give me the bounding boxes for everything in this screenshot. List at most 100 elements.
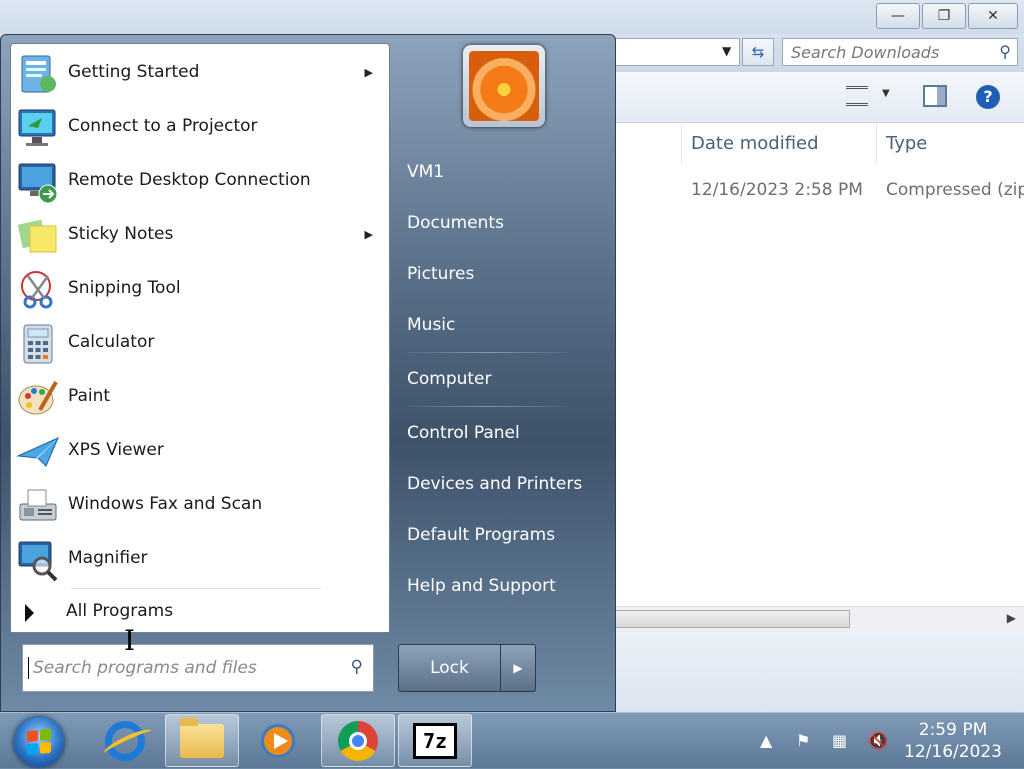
search-downloads-placeholder: Search Downloads <box>791 43 940 62</box>
program-magnifier[interactable]: Magnifier <box>11 532 389 586</box>
search-placeholder: Search programs and files <box>33 658 257 678</box>
help-icon[interactable]: ? <box>976 85 1000 109</box>
link-help-support[interactable]: Help and Support <box>407 576 556 596</box>
program-label: Windows Fax and Scan <box>68 494 263 514</box>
action-center-flag-icon[interactable]: ⚑ <box>796 731 810 750</box>
taskbar-chrome[interactable] <box>321 714 395 767</box>
start-button[interactable] <box>14 717 64 767</box>
start-menu: Getting Started ▶ Connect to a Projector… <box>0 34 616 712</box>
column-separator <box>681 124 682 164</box>
close-button[interactable]: ✕ <box>968 3 1018 29</box>
submenu-arrow-icon[interactable]: ▶ <box>365 66 373 79</box>
getting-started-icon <box>21 55 56 93</box>
fax-scan-icon <box>19 489 57 521</box>
preview-pane-icon[interactable] <box>923 85 947 107</box>
view-dropdown-icon[interactable]: ▼ <box>882 88 890 99</box>
lock-button[interactable]: Lock <box>398 644 501 692</box>
program-label: XPS Viewer <box>68 440 164 460</box>
restore-button[interactable]: ❐ <box>922 3 966 29</box>
search-icon: ⚲ <box>999 42 1011 61</box>
link-control-panel[interactable]: Control Panel <box>407 423 520 443</box>
windows-explorer-icon <box>180 717 224 758</box>
address-field[interactable] <box>600 38 740 66</box>
remote-desktop-icon <box>18 163 58 204</box>
user-avatar[interactable] <box>463 45 545 127</box>
view-options-icon[interactable] <box>846 86 868 106</box>
expand-arrow-icon <box>25 604 34 622</box>
magnifier-icon <box>18 541 58 582</box>
program-getting-started[interactable]: Getting Started ▶ <box>11 46 389 100</box>
program-connect-to-projector[interactable]: Connect to a Projector <box>11 100 389 154</box>
program-calculator[interactable]: Calculator <box>11 316 389 370</box>
internet-explorer-icon <box>105 720 145 761</box>
windows-logo-icon <box>27 728 51 756</box>
program-snipping-tool[interactable]: Snipping Tool <box>11 262 389 316</box>
program-label: Magnifier <box>68 548 148 568</box>
link-computer[interactable]: Computer <box>407 369 492 389</box>
divider <box>407 352 567 353</box>
clock-time: 2:59 PM <box>918 720 988 740</box>
snipping-tool-icon <box>21 271 53 309</box>
volume-muted-icon[interactable]: 🔇 <box>868 731 888 750</box>
program-label: Snipping Tool <box>68 278 181 298</box>
link-documents[interactable]: Documents <box>407 213 504 233</box>
7zip-icon: 7z <box>413 722 457 759</box>
paint-icon <box>18 381 58 415</box>
link-default-programs[interactable]: Default Programs <box>407 525 555 545</box>
program-remote-desktop[interactable]: Remote Desktop Connection <box>11 154 389 208</box>
divider <box>71 588 321 589</box>
link-user-folder[interactable]: VM1 <box>407 162 444 182</box>
calculator-icon <box>23 324 53 364</box>
taskbar-windows-explorer[interactable] <box>165 714 239 767</box>
search-icon: ⚲ <box>350 657 363 677</box>
column-separator <box>876 124 877 164</box>
divider <box>407 406 567 407</box>
link-pictures[interactable]: Pictures <box>407 264 474 284</box>
scrollbar-thumb[interactable] <box>600 610 850 628</box>
text-caret <box>28 657 29 679</box>
clock[interactable]: 2:59 PM 12/16/2023 <box>904 719 1002 763</box>
search-programs-input[interactable]: Search programs and files ⚲ <box>22 644 374 692</box>
search-downloads-input[interactable]: Search Downloads ⚲ <box>782 38 1018 66</box>
title-bar: — ❐ ✕ <box>0 0 1024 34</box>
chrome-icon <box>338 720 378 761</box>
program-label: Sticky Notes <box>68 224 174 244</box>
program-label: Connect to a Projector <box>68 116 258 136</box>
file-date-modified[interactable]: 12/16/2023 2:58 PM <box>691 180 863 200</box>
projector-icon <box>18 109 56 146</box>
address-dropdown-icon[interactable]: ▼ <box>722 44 731 58</box>
all-programs-button[interactable]: All Programs <box>11 592 389 632</box>
mouse-cursor-ibeam-icon: I <box>124 624 136 657</box>
program-paint[interactable]: Paint <box>11 370 389 424</box>
taskbar-internet-explorer[interactable] <box>88 714 162 767</box>
submenu-arrow-icon[interactable]: ▶ <box>365 228 373 241</box>
network-icon[interactable]: ▦ <box>832 731 847 750</box>
details-pane <box>600 632 1024 712</box>
taskbar-7zip[interactable]: 7z <box>398 714 472 767</box>
program-windows-fax-scan[interactable]: Windows Fax and Scan <box>11 478 389 532</box>
column-header-date-modified[interactable]: Date modified <box>691 124 819 164</box>
taskbar-media-player[interactable] <box>241 714 315 767</box>
column-header-type[interactable]: Type <box>886 124 927 164</box>
flower-picture-icon <box>469 51 539 121</box>
all-programs-label: All Programs <box>66 601 174 621</box>
sticky-notes-icon <box>17 219 57 253</box>
program-sticky-notes[interactable]: Sticky Notes ▶ <box>11 208 389 262</box>
programs-list: Getting Started ▶ Connect to a Projector… <box>10 43 390 633</box>
file-type[interactable]: Compressed (zipp <box>886 180 1024 200</box>
link-devices-printers[interactable]: Devices and Printers <box>407 474 582 494</box>
scroll-right-icon[interactable]: ▶ <box>1007 611 1016 625</box>
program-label: Calculator <box>68 332 155 352</box>
horizontal-scrollbar[interactable]: ▶ <box>600 606 1024 633</box>
shutdown-options-arrow-icon[interactable]: ▶ <box>501 644 536 692</box>
link-music[interactable]: Music <box>407 315 455 335</box>
minimize-button[interactable]: — <box>876 3 920 29</box>
xps-viewer-icon <box>16 437 59 467</box>
taskbar: 7z ▲ ⚑ ▦ 🔇 2:59 PM 12/16/2023 <box>0 712 1024 768</box>
program-label: Getting Started <box>68 62 200 82</box>
program-label: Remote Desktop Connection <box>68 170 311 190</box>
refresh-icon[interactable]: ⇆ <box>742 38 774 66</box>
program-label: Paint <box>68 386 111 406</box>
program-xps-viewer[interactable]: XPS Viewer <box>11 424 389 478</box>
show-hidden-icons-icon[interactable]: ▲ <box>760 731 772 750</box>
